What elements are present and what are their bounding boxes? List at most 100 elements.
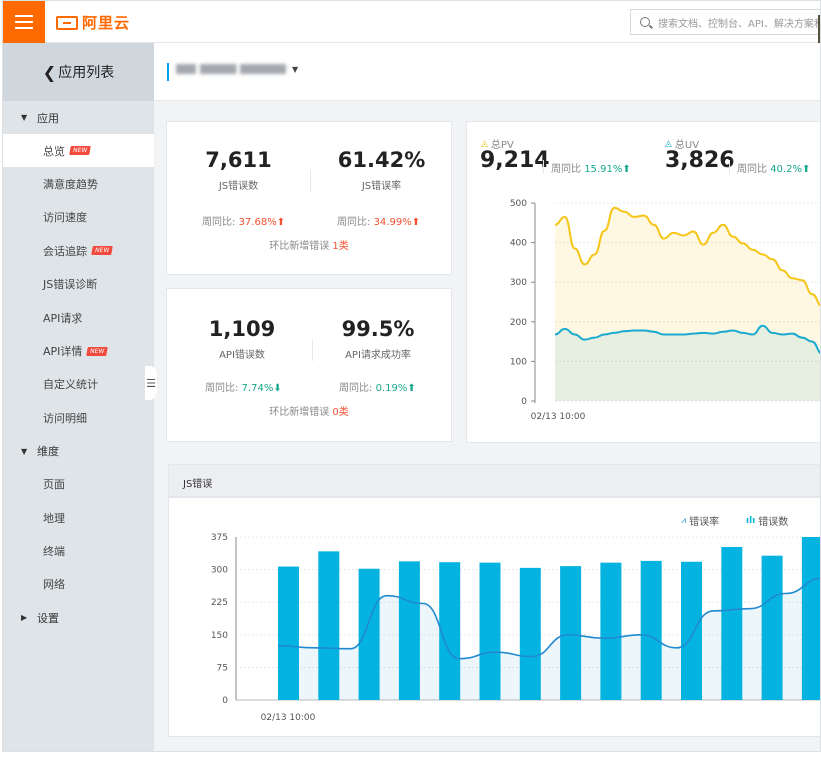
arrow-up-icon: ⬆	[411, 217, 421, 228]
bar-error-count	[600, 562, 622, 700]
js-error-count: 7,611	[205, 148, 272, 172]
y-tick-label: 75	[217, 663, 228, 673]
new-badge: NEW	[91, 246, 114, 256]
chevron-left-icon: ❮	[42, 62, 57, 82]
new-errors-label: 环比新增错误	[269, 407, 330, 418]
caret-right-icon: ▶	[21, 613, 28, 623]
bar-error-count	[519, 567, 541, 700]
wow-value: 7.74%	[241, 383, 274, 394]
sidebar-item-label: 终端	[43, 544, 65, 558]
sidebar-item-label: API请求	[43, 311, 83, 325]
back-label: 应用列表	[58, 65, 115, 81]
api-error-card: 1,109 API错误数 99.5% API请求成功率 周同比: 7.74%⬇ …	[166, 288, 452, 442]
caret-down-icon: ▼	[21, 446, 28, 456]
js-error-rate-metric: 61.42% JS错误率	[310, 148, 453, 192]
wow-label: 周同比:	[337, 217, 371, 228]
sidebar-item-label: 总览	[43, 144, 65, 158]
new-badge: NEW	[86, 346, 109, 356]
sidebar-item-label: API详情	[43, 345, 83, 359]
bar-error-count	[721, 546, 743, 700]
api-success-rate-label: API请求成功率	[345, 350, 411, 361]
sidebar-item-label: 网络	[43, 578, 65, 592]
accent-bar	[167, 63, 169, 81]
sidebar-group[interactable]: ▼ 应用	[3, 101, 154, 134]
y-tick-label: 150	[211, 631, 228, 641]
y-tick-label: 500	[510, 199, 527, 209]
pvuv-area-chart: 0 100 200 300 400 500 02/13 10:00	[510, 199, 820, 422]
back-to-app-list-button[interactable]: ❮ 应用列表	[3, 43, 154, 101]
hamburger-menu-icon[interactable]	[3, 1, 45, 43]
sidebar-item-label: 地理	[43, 511, 65, 525]
sidebar-item[interactable]: 自定义统计	[3, 368, 154, 401]
sidebar-item[interactable]: 网络	[3, 568, 154, 601]
sidebar-item[interactable]: 满意度趋势	[3, 167, 154, 200]
api-error-count: 1,109	[208, 317, 276, 341]
bar-error-count	[278, 566, 299, 700]
aliyun-logo-icon	[56, 15, 78, 30]
sidebar-item[interactable]: 地理	[3, 501, 154, 534]
sidebar-item[interactable]: 会话追踪 NEW	[3, 234, 154, 267]
app-selector-dropdown[interactable]: ▼	[176, 64, 298, 74]
sidebar-item[interactable]: 页面	[3, 468, 154, 501]
sidebar-collapse-icon[interactable]: ☰	[145, 366, 157, 400]
search-icon	[640, 17, 650, 27]
new-errors-value[interactable]: 0类	[332, 407, 348, 418]
js-error-count-wow: 周同比: 37.68%⬆	[202, 213, 285, 228]
sidebar-item-label: 满意度趋势	[43, 178, 98, 192]
js-new-errors: 环比新增错误 1类	[167, 237, 451, 252]
y-tick-label: 300	[211, 566, 228, 576]
sidebar-item[interactable]: 终端	[3, 534, 154, 567]
bar-error-count	[398, 561, 420, 700]
section-title: JS错误	[183, 479, 213, 490]
bar-error-count	[681, 561, 702, 700]
brand-name: 阿里云	[82, 14, 131, 32]
sidebar-item-label: 访问速度	[43, 211, 87, 225]
search-input[interactable]: 搜索文档、控制台、API、解决方案和	[658, 15, 820, 30]
api-success-metric: 99.5% API请求成功率	[303, 317, 453, 361]
app-name-redacted	[176, 64, 286, 74]
brand-logo[interactable]: 阿里云	[56, 12, 130, 33]
sidebar-item[interactable]: 访问速度	[3, 201, 154, 234]
js-error-count-label: JS错误数	[218, 181, 259, 192]
js-error-count-metric: 7,611 JS错误数	[167, 148, 310, 192]
y-tick-label: 200	[510, 318, 527, 328]
new-badge: NEW	[69, 146, 92, 156]
js-error-section-header: JS错误	[168, 464, 820, 497]
arrow-up-icon: ⬆	[407, 383, 416, 394]
sidebar-item-label: JS错误诊断	[43, 278, 98, 292]
x-tick-label: 02/13 10:00	[261, 713, 316, 723]
api-error-count-label: API错误数	[219, 350, 265, 361]
sidebar-group[interactable]: ▶ 设置	[3, 601, 154, 634]
bar-error-count	[358, 568, 380, 700]
sidebar-group[interactable]: ▼ 维度	[3, 435, 154, 468]
search-box[interactable]: 搜索文档、控制台、API、解决方案和	[630, 9, 820, 35]
sidebar-item[interactable]: API详情 NEW	[3, 334, 154, 367]
wow-value: 34.99%	[373, 217, 412, 228]
sidebar-item-label: 页面	[43, 478, 65, 492]
sidebar-group-label: 维度	[37, 445, 59, 459]
caret-down-icon: ▼	[292, 64, 299, 74]
sidebar-item[interactable]: 访问明细	[3, 401, 154, 434]
js-error-card: 7,611 JS错误数 61.42% JS错误率 周同比: 37.68%⬆ 周同…	[166, 121, 452, 275]
caret-down-icon: ▼	[21, 113, 28, 122]
wow-value: 37.68%	[238, 217, 277, 228]
arrow-up-icon: ⬆	[276, 217, 286, 228]
wow-label: 周同比:	[205, 383, 239, 394]
api-error-count-wow: 周同比: 7.74%⬇	[205, 379, 282, 394]
sidebar-item[interactable]: 总览 NEW	[3, 134, 154, 168]
api-success-rate: 99.5%	[341, 317, 415, 341]
app-selector-bar: ▼	[154, 43, 820, 101]
js-error-rate-label: JS错误率	[361, 181, 402, 192]
sidebar-item[interactable]: API请求	[3, 301, 154, 334]
wow-label: 周同比:	[202, 217, 236, 228]
bar-error-count	[640, 560, 662, 700]
arrow-down-icon: ⬇	[273, 383, 282, 394]
new-errors-value[interactable]: 1类	[332, 241, 348, 252]
bar-error-count	[560, 566, 582, 700]
wow-label: 周同比:	[339, 383, 373, 394]
y-tick-label: 100	[510, 357, 527, 367]
sidebar-item-label: 自定义统计	[43, 378, 98, 392]
sidebar-item[interactable]: JS错误诊断	[3, 268, 154, 301]
js-error-rate-wow: 周同比: 34.99%⬆	[337, 213, 420, 228]
y-tick-label: 400	[510, 239, 527, 249]
